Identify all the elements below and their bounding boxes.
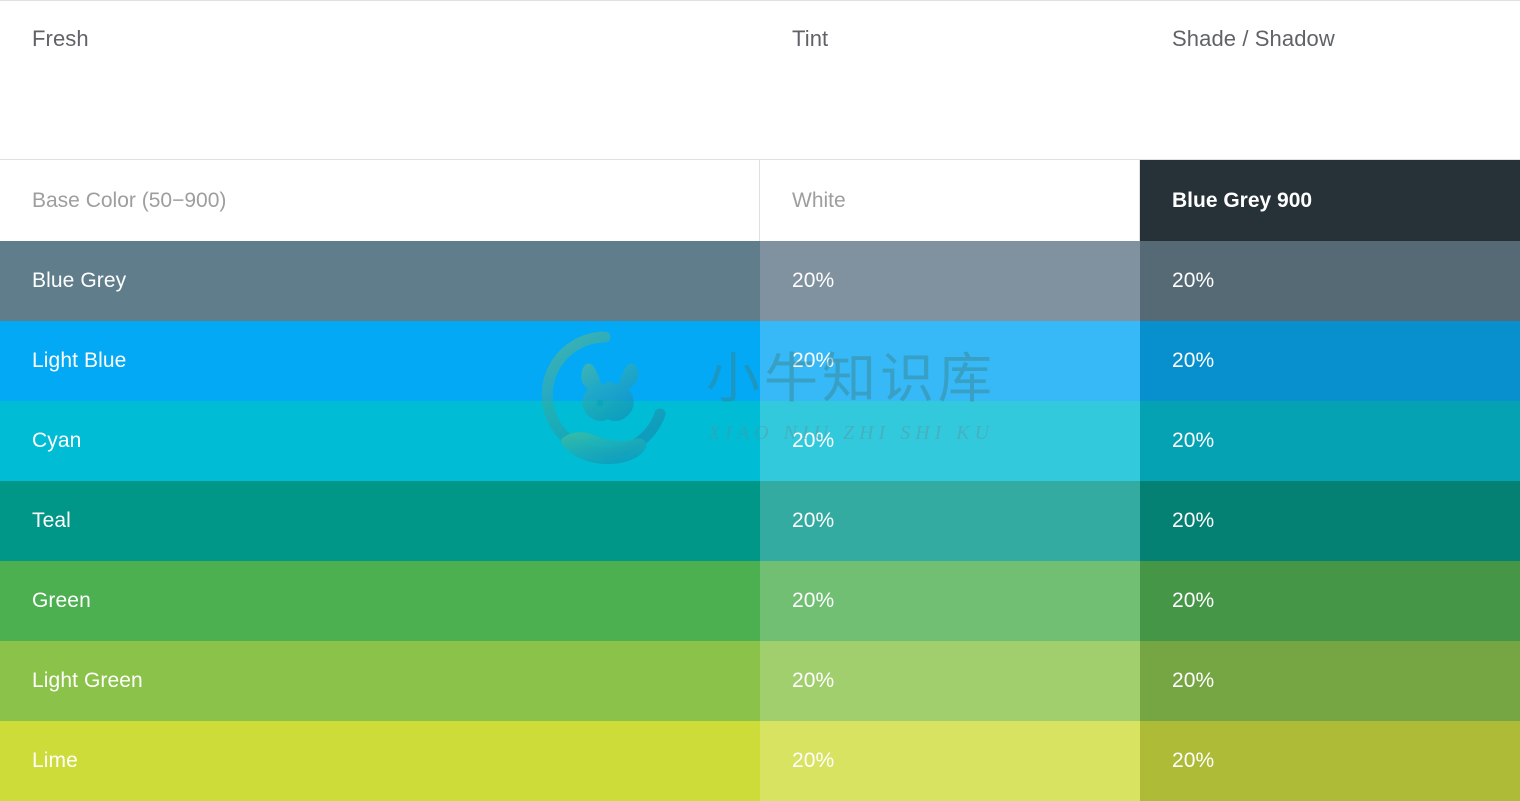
color-row: Lime 20% 20% bbox=[0, 721, 1520, 801]
tint-swatch[interactable]: 20% bbox=[760, 721, 1140, 801]
base-color-name: Light Blue bbox=[32, 349, 126, 373]
subheader-base-color-label: Base Color (50−900) bbox=[32, 189, 226, 213]
tint-percent-label: 20% bbox=[792, 589, 834, 613]
color-row: Green 20% 20% bbox=[0, 561, 1520, 641]
color-row: Light Green 20% 20% bbox=[0, 641, 1520, 721]
column-header-shade-label: Shade / Shadow bbox=[1172, 23, 1335, 55]
shade-percent-label: 20% bbox=[1172, 749, 1214, 773]
column-header-fresh-label: Fresh bbox=[32, 23, 89, 55]
shade-swatch[interactable]: 20% bbox=[1140, 721, 1520, 801]
base-color-name: Green bbox=[32, 589, 91, 613]
subheader-tint-white-label: White bbox=[792, 189, 846, 213]
color-row: Light Blue 20% 20% bbox=[0, 321, 1520, 401]
base-color-swatch[interactable]: Light Blue bbox=[0, 321, 760, 401]
base-color-name: Blue Grey bbox=[32, 269, 126, 293]
base-color-swatch[interactable]: Lime bbox=[0, 721, 760, 801]
base-color-swatch[interactable]: Teal bbox=[0, 481, 760, 561]
tint-swatch[interactable]: 20% bbox=[760, 321, 1140, 401]
column-header-shade: Shade / Shadow bbox=[1140, 1, 1520, 159]
shade-swatch[interactable]: 20% bbox=[1140, 321, 1520, 401]
tint-swatch[interactable]: 20% bbox=[760, 561, 1140, 641]
base-color-swatch[interactable]: Green bbox=[0, 561, 760, 641]
tint-swatch[interactable]: 20% bbox=[760, 401, 1140, 481]
color-palette-table: Fresh Tint Shade / Shadow Base Color (50… bbox=[0, 0, 1520, 800]
base-color-name: Teal bbox=[32, 509, 71, 533]
tint-swatch[interactable]: 20% bbox=[760, 641, 1140, 721]
base-color-swatch[interactable]: Light Green bbox=[0, 641, 760, 721]
table-subheader-row: Base Color (50−900) White Blue Grey 900 bbox=[0, 160, 1520, 241]
shade-percent-label: 20% bbox=[1172, 589, 1214, 613]
base-color-name: Light Green bbox=[32, 669, 143, 693]
subheader-shade-bluegrey900-label: Blue Grey 900 bbox=[1172, 189, 1312, 213]
tint-percent-label: 20% bbox=[792, 269, 834, 293]
table-header-band: Fresh Tint Shade / Shadow bbox=[0, 1, 1520, 160]
column-header-tint-label: Tint bbox=[792, 23, 828, 55]
shade-swatch[interactable]: 20% bbox=[1140, 241, 1520, 321]
color-row: Blue Grey 20% 20% bbox=[0, 241, 1520, 321]
tint-percent-label: 20% bbox=[792, 429, 834, 453]
tint-percent-label: 20% bbox=[792, 349, 834, 373]
tint-swatch[interactable]: 20% bbox=[760, 481, 1140, 561]
shade-percent-label: 20% bbox=[1172, 349, 1214, 373]
shade-swatch[interactable]: 20% bbox=[1140, 401, 1520, 481]
shade-swatch[interactable]: 20% bbox=[1140, 561, 1520, 641]
color-rows-container: Blue Grey 20% 20% Light Blue 20% 20% Cyan 20% 20… bbox=[0, 241, 1520, 801]
subheader-tint-white: White bbox=[760, 160, 1140, 241]
tint-swatch[interactable]: 20% bbox=[760, 241, 1140, 321]
shade-percent-label: 20% bbox=[1172, 429, 1214, 453]
subheader-base-color: Base Color (50−900) bbox=[0, 160, 760, 241]
color-row: Teal 20% 20% bbox=[0, 481, 1520, 561]
color-row: Cyan 20% 20% bbox=[0, 401, 1520, 481]
base-color-swatch[interactable]: Blue Grey bbox=[0, 241, 760, 321]
base-color-name: Cyan bbox=[32, 429, 81, 453]
base-color-name: Lime bbox=[32, 749, 78, 773]
tint-percent-label: 20% bbox=[792, 509, 834, 533]
tint-percent-label: 20% bbox=[792, 749, 834, 773]
shade-percent-label: 20% bbox=[1172, 269, 1214, 293]
shade-swatch[interactable]: 20% bbox=[1140, 641, 1520, 721]
tint-percent-label: 20% bbox=[792, 669, 834, 693]
base-color-swatch[interactable]: Cyan bbox=[0, 401, 760, 481]
shade-swatch[interactable]: 20% bbox=[1140, 481, 1520, 561]
column-header-tint: Tint bbox=[760, 1, 1140, 159]
shade-percent-label: 20% bbox=[1172, 509, 1214, 533]
column-header-fresh: Fresh bbox=[0, 1, 760, 159]
shade-percent-label: 20% bbox=[1172, 669, 1214, 693]
subheader-shade-bluegrey900: Blue Grey 900 bbox=[1140, 160, 1520, 241]
